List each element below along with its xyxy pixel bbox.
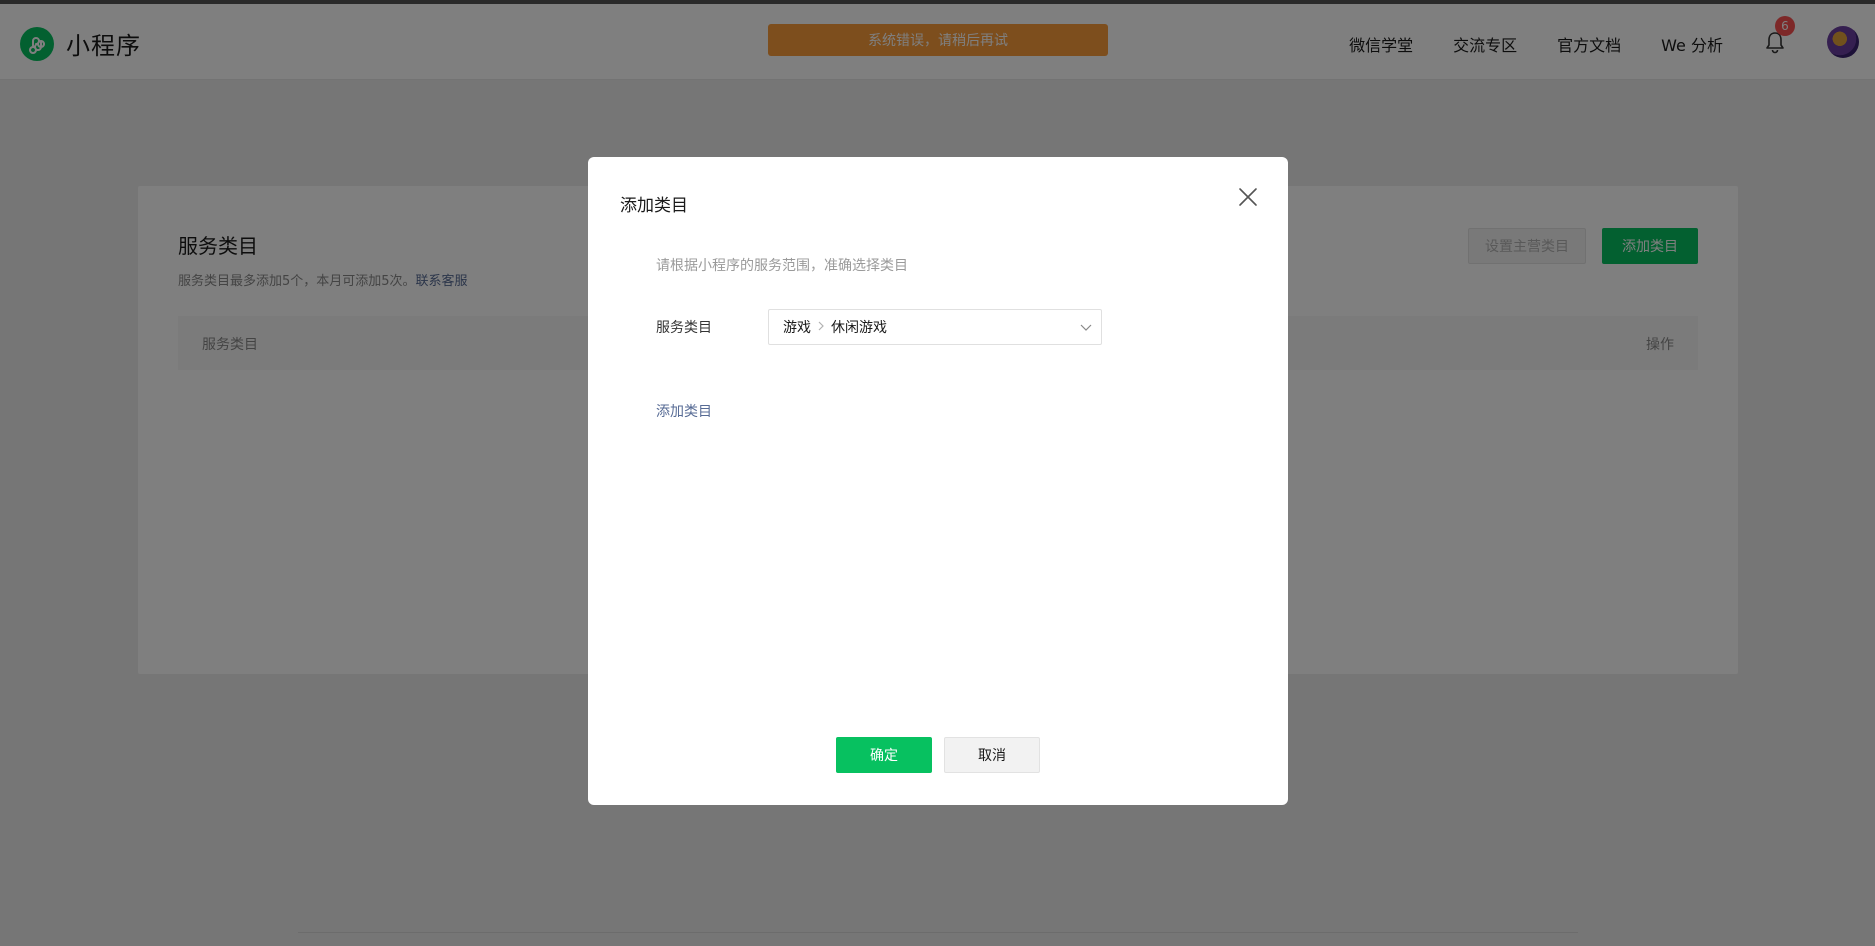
- add-category-link[interactable]: 添加类目: [656, 401, 712, 421]
- service-category-select[interactable]: 游戏 休闲游戏: [768, 309, 1102, 345]
- service-category-label: 服务类目: [656, 320, 712, 336]
- cancel-button[interactable]: 取消: [944, 737, 1040, 773]
- chevron-down-icon: [1080, 324, 1092, 331]
- confirm-button[interactable]: 确定: [836, 737, 932, 773]
- add-category-dialog: 添加类目 请根据小程序的服务范围，准确选择类目 服务类目 游戏 休闲游戏 添加类…: [588, 157, 1288, 805]
- select-level-2: 休闲游戏: [831, 320, 887, 336]
- dialog-tip: 请根据小程序的服务范围，准确选择类目: [656, 258, 908, 274]
- chevron-right-icon: [817, 320, 825, 334]
- select-level-1: 游戏: [783, 320, 811, 336]
- close-icon[interactable]: [1234, 183, 1262, 211]
- dialog-title: 添加类目: [620, 196, 688, 216]
